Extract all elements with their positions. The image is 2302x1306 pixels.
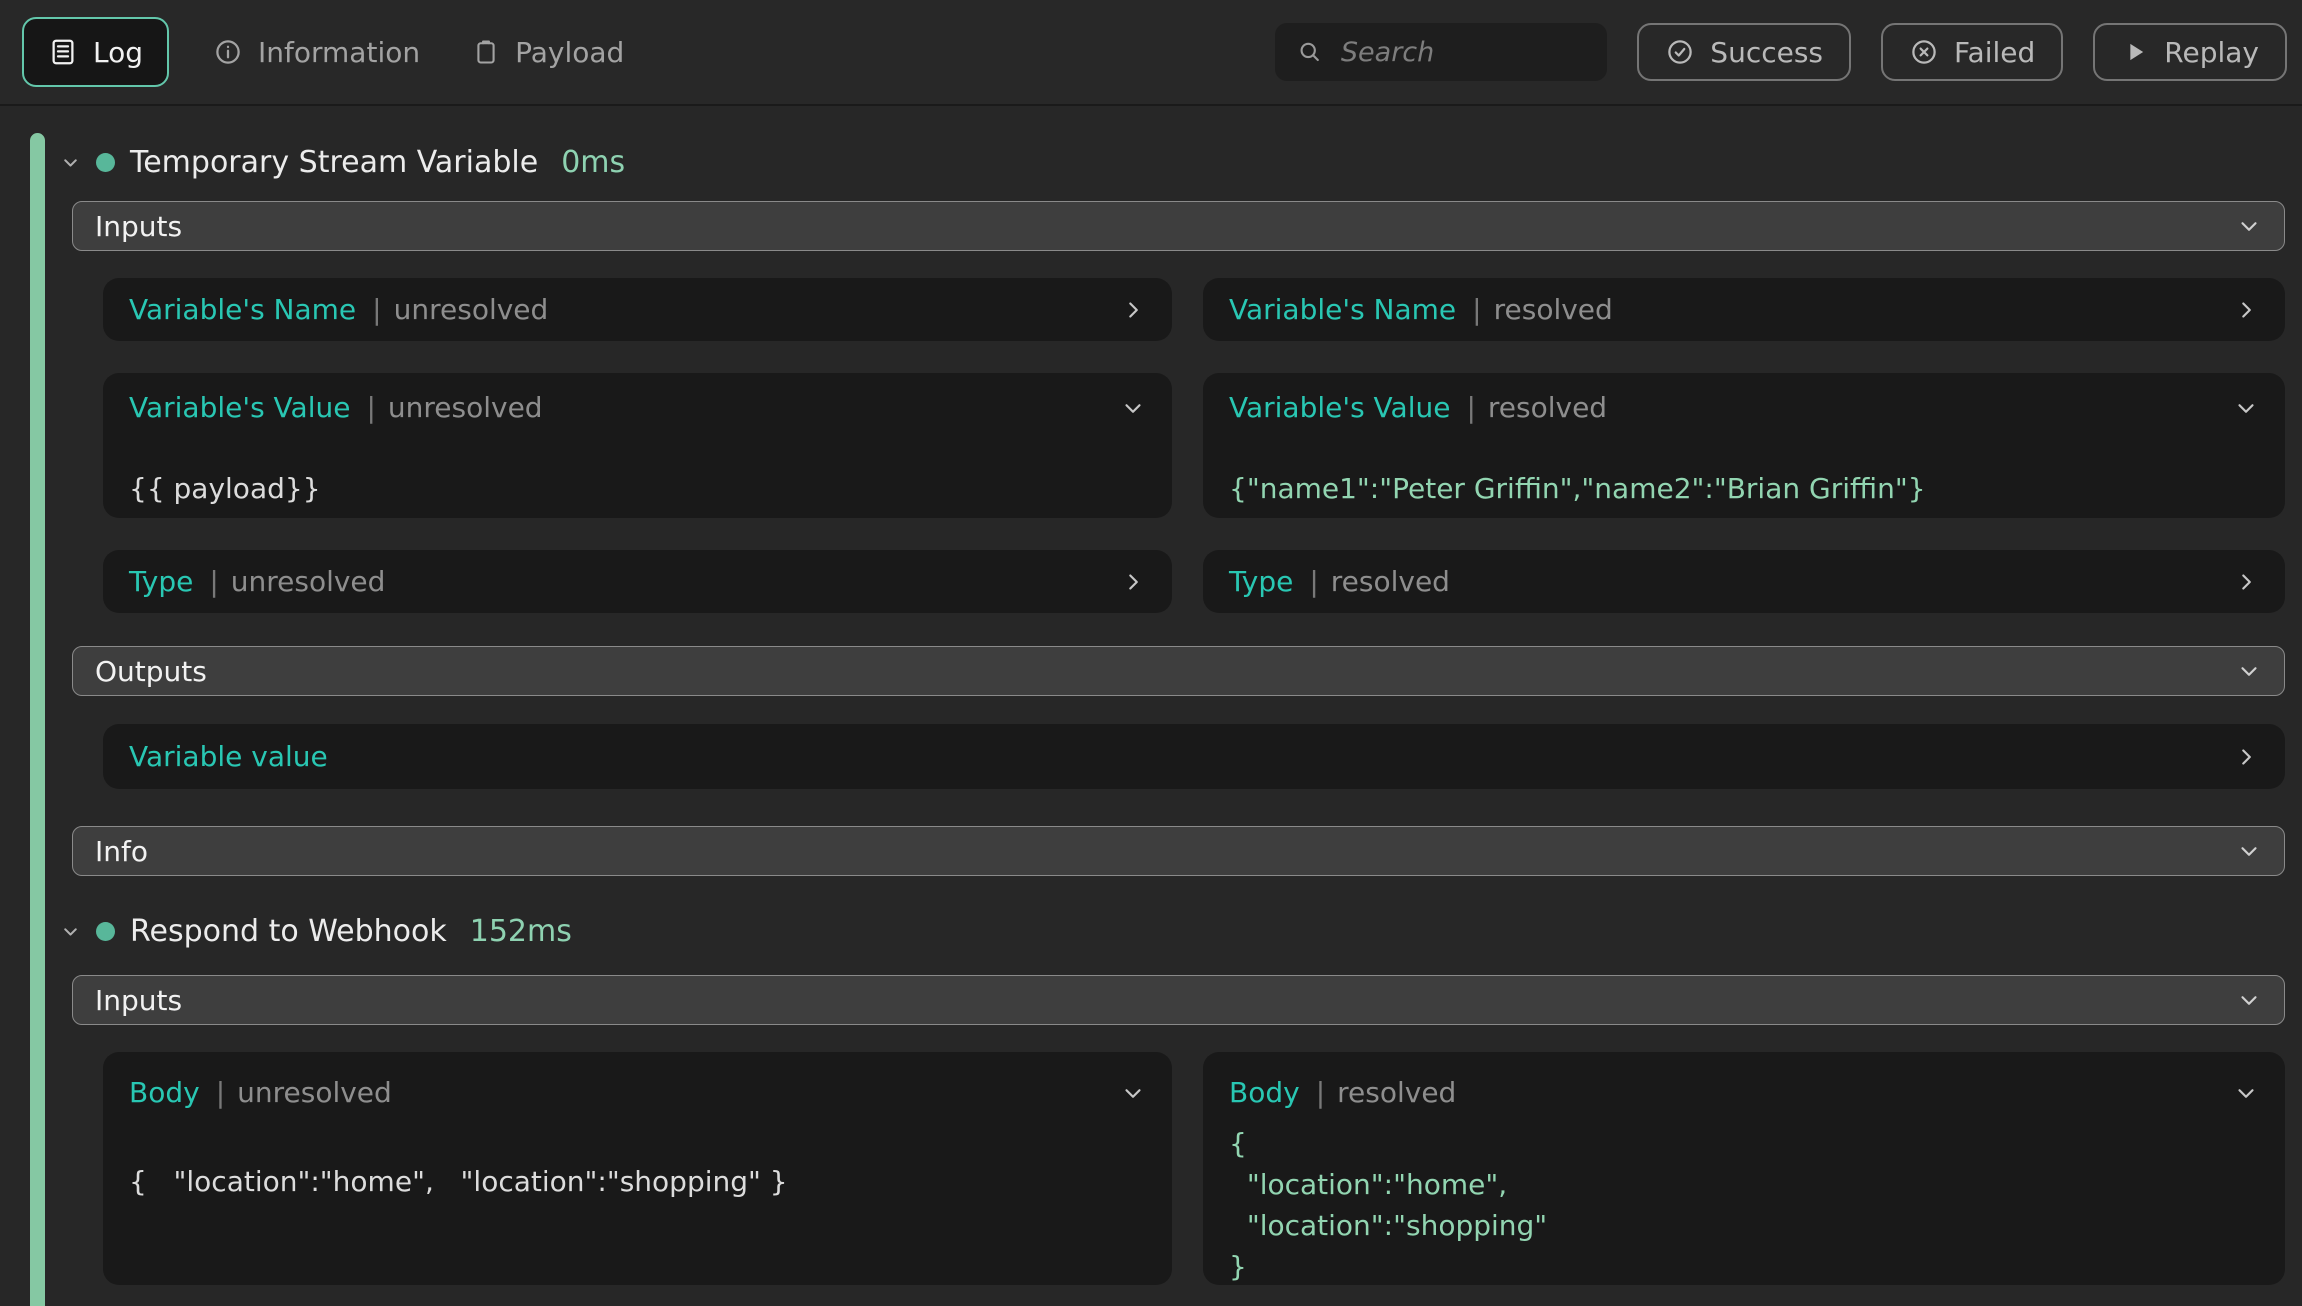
timeline-accent-bar	[30, 133, 45, 1306]
field-name: Variable's Name	[129, 293, 356, 326]
chevron-right-icon	[2233, 744, 2259, 770]
chevron-down-icon	[60, 921, 81, 942]
field-separator: |	[1472, 293, 1481, 326]
chevron-right-icon	[1120, 569, 1146, 595]
field-name: Variable's Name	[1229, 293, 1456, 326]
field-card-type-resolved[interactable]: Type | resolved	[1203, 550, 2285, 613]
search-box	[1275, 23, 1607, 81]
step-status-dot	[96, 153, 115, 172]
chevron-right-icon	[2233, 297, 2259, 323]
tab-information-label: Information	[258, 36, 420, 69]
field-separator: |	[366, 391, 375, 424]
outputs-section-label: Outputs	[95, 655, 207, 688]
field-row-variables-name: Variable's Name | unresolved Variable's …	[103, 278, 2285, 341]
chevron-right-icon	[2233, 569, 2259, 595]
step-header-respond-to-webhook[interactable]: Respond to Webhook 152ms	[60, 908, 2285, 954]
field-card-type-unresolved[interactable]: Type | unresolved	[103, 550, 1172, 613]
field-state: unresolved	[231, 565, 386, 598]
step-header-temporary-stream-variable[interactable]: Temporary Stream Variable 0ms	[60, 139, 2285, 185]
chevron-down-icon	[2233, 1080, 2259, 1106]
field-card-variables-value-resolved[interactable]: Variable's Value | resolved {"name1":"Pe…	[1203, 373, 2285, 518]
replay-label: Replay	[2164, 36, 2259, 69]
tab-information[interactable]: Information	[213, 36, 420, 69]
field-name: Body	[129, 1076, 200, 1109]
inputs-section-bar[interactable]: Inputs	[72, 201, 2285, 251]
field-value: { "location":"home", "location":"shoppin…	[1229, 1123, 2259, 1287]
chevron-down-icon	[2233, 395, 2259, 421]
field-state: unresolved	[394, 293, 549, 326]
field-card-variables-name-resolved[interactable]: Variable's Name | resolved	[1203, 278, 2285, 341]
info-section-bar[interactable]: Info	[72, 826, 2285, 876]
output-name: Variable value	[129, 740, 328, 773]
success-icon	[1665, 37, 1695, 67]
tab-log-label: Log	[93, 36, 143, 69]
field-card-variables-name-unresolved[interactable]: Variable's Name | unresolved	[103, 278, 1172, 341]
field-name: Variable's Value	[129, 391, 350, 424]
step-title: Temporary Stream Variable	[130, 145, 538, 180]
field-name: Variable's Value	[1229, 391, 1450, 424]
field-row-type: Type | unresolved Type | resolved	[103, 550, 2285, 613]
step-duration: 152ms	[470, 914, 572, 949]
field-row-body: Body | unresolved { "location":"home", "…	[103, 1052, 2285, 1285]
field-name: Type	[1229, 565, 1293, 598]
field-separator: |	[1309, 565, 1318, 598]
info-icon	[213, 37, 243, 67]
tab-payload-label: Payload	[515, 36, 624, 69]
field-separator: |	[372, 293, 381, 326]
replay-icon	[2121, 38, 2149, 66]
field-separator: |	[1316, 1076, 1325, 1109]
inputs-section-label: Inputs	[95, 210, 182, 243]
field-state: resolved	[1337, 1076, 1456, 1109]
failed-icon	[1909, 37, 1939, 67]
field-card-body-resolved[interactable]: Body | resolved { "location":"home", "lo…	[1203, 1052, 2285, 1285]
field-value: {{ payload}}	[129, 472, 1146, 505]
field-name: Type	[129, 565, 193, 598]
field-row-variables-value: Variable's Value | unresolved {{ payload…	[103, 373, 2285, 518]
inputs-section-label: Inputs	[95, 984, 182, 1017]
success-filter-label: Success	[1710, 36, 1823, 69]
chevron-right-icon	[1120, 297, 1146, 323]
failed-filter-button[interactable]: Failed	[1881, 23, 2063, 81]
field-state: resolved	[1488, 391, 1607, 424]
field-state: unresolved	[388, 391, 543, 424]
output-row-variable-value: Variable value	[103, 724, 2285, 789]
chevron-down-icon	[60, 152, 81, 173]
tab-log[interactable]: Log	[22, 17, 169, 87]
payload-icon	[472, 37, 500, 67]
chevron-down-icon	[2236, 838, 2262, 864]
chevron-down-icon	[1120, 395, 1146, 421]
log-content: Temporary Stream Variable 0ms Inputs Var…	[0, 139, 2302, 1285]
search-icon	[1297, 37, 1323, 67]
field-name: Body	[1229, 1076, 1300, 1109]
field-state: resolved	[1494, 293, 1613, 326]
field-card-body-unresolved[interactable]: Body | unresolved { "location":"home", "…	[103, 1052, 1172, 1285]
chevron-down-icon	[2236, 213, 2262, 239]
toolbar: Log Information Payload Success	[0, 0, 2302, 106]
chevron-down-icon	[1120, 1080, 1146, 1106]
info-section-label: Info	[95, 835, 148, 868]
search-input[interactable]	[1341, 37, 1595, 68]
field-value: { "location":"home", "location":"shoppin…	[129, 1165, 1146, 1198]
field-separator: |	[1466, 391, 1475, 424]
step-duration: 0ms	[561, 145, 625, 180]
field-value: {"name1":"Peter Griffin","name2":"Brian …	[1229, 472, 2259, 505]
field-separator: |	[209, 565, 218, 598]
outputs-section-bar[interactable]: Outputs	[72, 646, 2285, 696]
step-status-dot	[96, 922, 115, 941]
field-separator: |	[216, 1076, 225, 1109]
chevron-down-icon	[2236, 658, 2262, 684]
step-title: Respond to Webhook	[130, 914, 447, 949]
log-icon	[48, 37, 78, 67]
inputs-section-bar-webhook[interactable]: Inputs	[72, 975, 2285, 1025]
field-state: unresolved	[237, 1076, 392, 1109]
output-card-variable-value[interactable]: Variable value	[103, 724, 2285, 789]
success-filter-button[interactable]: Success	[1637, 23, 1851, 81]
field-state: resolved	[1331, 565, 1450, 598]
replay-button[interactable]: Replay	[2093, 23, 2287, 81]
tab-payload[interactable]: Payload	[472, 36, 624, 69]
failed-filter-label: Failed	[1954, 36, 2035, 69]
field-card-variables-value-unresolved[interactable]: Variable's Value | unresolved {{ payload…	[103, 373, 1172, 518]
chevron-down-icon	[2236, 987, 2262, 1013]
